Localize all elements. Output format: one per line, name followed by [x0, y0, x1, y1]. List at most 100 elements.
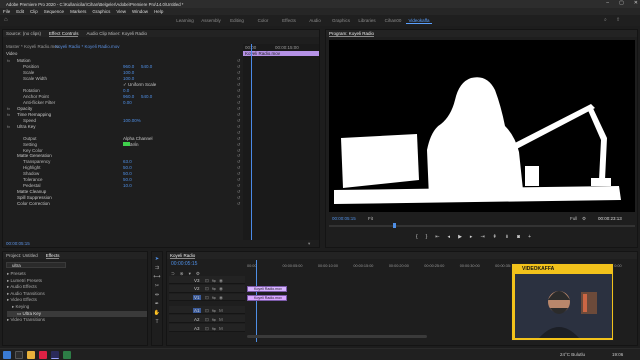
property-toggle[interactable]: fx — [7, 106, 10, 111]
effect-property-row[interactable]: Key Color ↺ — [3, 147, 240, 153]
tab-program[interactable]: Program: Koyeli Radio — [329, 31, 375, 37]
property-value[interactable]: 960.0 — [123, 94, 134, 99]
property-value[interactable]: 0.0 — [123, 88, 129, 93]
program-timecode[interactable]: 00:00:05:15 — [332, 216, 356, 221]
workspace-cihan00[interactable]: Cihan00 — [380, 18, 406, 23]
home-icon[interactable]: ⌂ — [4, 17, 8, 23]
eye-icon[interactable]: ◉ — [219, 278, 223, 284]
zoom-select[interactable]: Fit — [368, 216, 373, 221]
property-toggle[interactable]: fx — [7, 112, 10, 117]
mark-out-icon[interactable]: } — [426, 234, 428, 240]
menu-window[interactable]: Window — [132, 9, 148, 14]
timeline-timecode[interactable]: 00:00:05:15 — [171, 261, 197, 267]
premiere-icon[interactable] — [51, 351, 59, 359]
effect-property-row[interactable]: fx Time Remapping ↺ — [3, 112, 240, 118]
menu-view[interactable]: View — [116, 9, 126, 14]
workspace-editing[interactable]: Editing — [224, 18, 250, 23]
effect-property-row[interactable]: Position 960.0 540.0 ↺ — [3, 64, 240, 70]
tab-project[interactable]: Project: Untitled — [6, 253, 38, 258]
ec-playhead[interactable] — [251, 44, 252, 240]
play-icon[interactable]: ▶ — [458, 234, 462, 240]
search-icon[interactable]: ⌕ — [604, 17, 607, 23]
mute-icon[interactable]: M — [219, 326, 223, 331]
program-playhead[interactable] — [393, 223, 396, 228]
property-value[interactable]: ✓ Uniform Scale — [123, 82, 156, 88]
track-label[interactable]: V1 — [193, 295, 201, 301]
breadcrumb-sequence[interactable]: Koyeli Radio * Koyeli Radio.mov — [55, 44, 120, 49]
reset-icon[interactable]: ↺ — [237, 159, 240, 164]
effects-tree-item[interactable]: ▭ Ultra Key — [7, 310, 147, 318]
razor-tool-icon[interactable]: ✂ — [155, 283, 159, 289]
track-label[interactable]: A2 — [193, 317, 201, 322]
sync-icon[interactable]: ⇆ — [212, 326, 216, 332]
track-header[interactable]: V1 ⊡ ⇆ ◉ — [169, 293, 245, 302]
menu-help[interactable]: Help — [154, 9, 163, 14]
selection-tool-icon[interactable]: ➤ — [155, 256, 159, 262]
effect-property-row[interactable]: Tolerance 50.0 ↺ — [3, 177, 240, 183]
reset-icon[interactable]: ↺ — [237, 94, 240, 99]
effect-property-row[interactable]: Spill Suppression ↺ — [3, 195, 240, 201]
effect-property-row[interactable]: Output Alpha Channel ↺ — [3, 135, 240, 141]
reset-icon[interactable]: ↺ — [237, 112, 240, 117]
effect-property-row[interactable]: Color Correction ↺ — [3, 201, 240, 207]
effect-property-row[interactable]: Anchor Point 960.0 540.0 ↺ — [3, 94, 240, 100]
file-explorer-icon[interactable] — [27, 351, 35, 359]
key-color-swatch[interactable] — [123, 142, 130, 146]
go-to-out-icon[interactable]: ⇥ — [480, 234, 484, 240]
menu-markers[interactable]: Markers — [70, 9, 86, 14]
reset-icon[interactable]: ↺ — [237, 183, 240, 188]
track-label[interactable]: V3 — [193, 278, 201, 283]
taskbar-search-icon[interactable] — [15, 351, 23, 359]
lock-icon[interactable]: ⊡ — [205, 278, 209, 284]
property-value-2[interactable]: 540.0 — [141, 94, 152, 99]
start-icon[interactable] — [3, 351, 11, 359]
reset-icon[interactable]: ↺ — [237, 88, 240, 93]
reset-icon[interactable]: ↺ — [237, 189, 240, 194]
effects-search-input[interactable]: ultra — [6, 262, 66, 268]
lock-icon[interactable]: ⊡ — [205, 286, 209, 292]
program-scrub-bar[interactable] — [329, 223, 635, 228]
tab-effect-controls[interactable]: Effect Controls — [49, 31, 79, 37]
tab-audio-clip-mixer[interactable]: Audio Clip Mixer: Koyeli Radio — [86, 31, 147, 36]
ripple-edit-icon[interactable]: ⟷ — [153, 274, 160, 280]
reset-icon[interactable]: ↺ — [237, 124, 240, 129]
tab-effects[interactable]: Effects — [45, 253, 60, 259]
mark-in-icon[interactable]: { — [416, 234, 418, 240]
menu-clip[interactable]: Clip — [30, 9, 38, 14]
close-icon[interactable]: ✕ — [634, 0, 638, 8]
reset-icon[interactable]: ↺ — [237, 148, 240, 153]
property-value[interactable]: 100.00% — [123, 118, 141, 123]
effect-property-row[interactable]: fx Motion ↺ — [3, 58, 240, 64]
property-value[interactable]: 0.00 — [123, 100, 132, 105]
reset-icon[interactable]: ↺ — [237, 171, 240, 176]
effect-property-row[interactable]: fx Opacity ↺ — [3, 106, 240, 112]
sync-icon[interactable]: ⇆ — [212, 295, 216, 301]
property-value[interactable]: 50.0 — [123, 171, 132, 176]
eye-icon[interactable]: ◉ — [219, 295, 223, 301]
effects-tree-item[interactable]: ▸ Keying — [7, 304, 147, 311]
effects-tree-item[interactable]: ▸ Audio Effects — [7, 284, 147, 291]
lock-icon[interactable]: ⊡ — [205, 308, 209, 314]
track-label[interactable]: A3 — [193, 326, 201, 331]
app-icon-2[interactable] — [63, 351, 71, 359]
slip-tool-icon[interactable]: ⇹ — [155, 292, 159, 298]
property-value[interactable]: 50.0 — [123, 177, 132, 182]
effect-property-row[interactable]: Matte Cleanup ↺ — [3, 189, 240, 195]
property-value[interactable]: 10.0 — [123, 183, 132, 188]
effect-property-row[interactable]: Shadow 50.0 ↺ — [3, 171, 240, 177]
property-value[interactable]: 100.0 — [123, 76, 134, 81]
workspace-videokaffa[interactable]: Videokaffa — [406, 18, 432, 24]
property-value[interactable]: 960.0 — [123, 64, 134, 69]
effects-tree-item[interactable]: ▸ Video Effects — [7, 297, 147, 304]
filter-icon[interactable]: ▾ — [308, 241, 310, 247]
effect-property-row[interactable]: Transparency 63.0 ↺ — [3, 159, 240, 165]
reset-icon[interactable]: ↺ — [237, 136, 240, 141]
reset-icon[interactable]: ↺ — [237, 165, 240, 170]
property-value[interactable]: 63.0 — [123, 159, 132, 164]
type-tool-icon[interactable]: T — [155, 319, 158, 325]
breadcrumb-master[interactable]: Master * Koyeli Radio.mov — [6, 44, 59, 49]
menu-edit[interactable]: Edit — [16, 9, 24, 14]
app-icon-1[interactable] — [39, 351, 47, 359]
effect-property-row[interactable]: fx Ultra Key ↺ — [3, 123, 240, 129]
menu-graphics[interactable]: Graphics — [92, 9, 110, 14]
